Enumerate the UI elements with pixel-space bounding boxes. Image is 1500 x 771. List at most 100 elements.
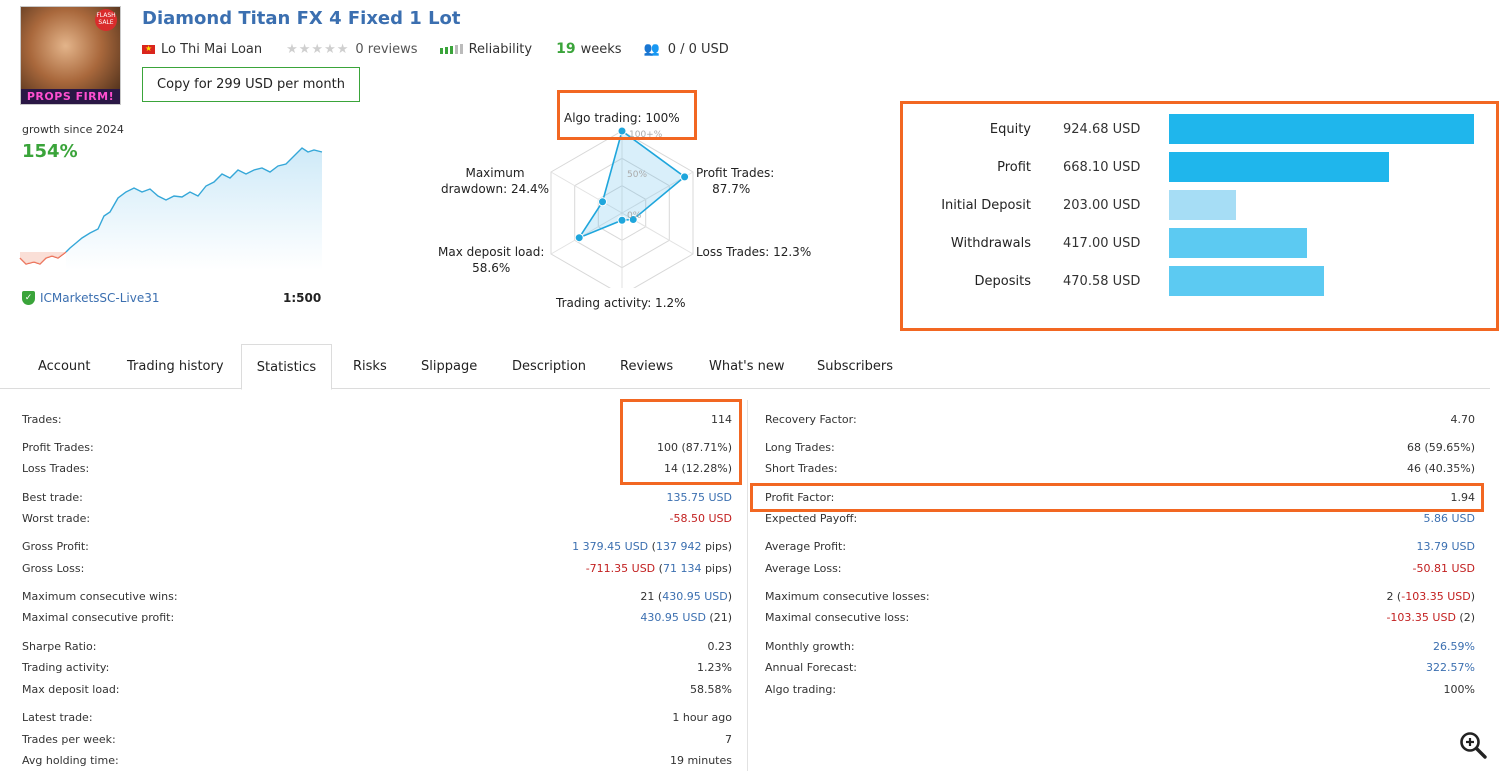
stats-divider — [747, 400, 748, 771]
stats-value-part: 2 ( — [1386, 590, 1402, 603]
stats-row: Profit Trades: 100 (87.71%) — [22, 441, 732, 457]
broker-name[interactable]: ICMarketsSC-Live31 — [40, 291, 160, 305]
stats-key: Trades per week: — [22, 733, 116, 746]
stats-row: Average Loss: -50.81 USD — [765, 562, 1475, 578]
reviews-count[interactable]: 0 reviews — [355, 42, 417, 57]
broker-server[interactable]: ✓ ICMarketsSC-Live31 — [22, 291, 160, 305]
radar-point-3 — [617, 215, 627, 225]
stats-value-part: 21 ( — [640, 590, 663, 603]
stats-row: Worst trade: -58.50 USD — [22, 512, 732, 528]
balance-value: 924.68 USD — [1063, 121, 1141, 137]
stats-value: -58.50 USD — [670, 512, 732, 525]
stats-value: 1.23% — [697, 661, 732, 674]
stats-row: Average Profit: 13.79 USD — [765, 540, 1475, 556]
stats-value: 7 — [725, 733, 732, 746]
balance-bar[interactable] — [1169, 266, 1324, 296]
stats-row: Max deposit load: 58.58% — [22, 683, 732, 699]
stats-value-part: 430.95 USD — [640, 611, 706, 624]
stats-value: 100 (87.71%) — [657, 441, 732, 454]
stats-value: 322.57% — [1426, 661, 1475, 674]
stats-value: 46 (40.35%) — [1407, 462, 1475, 475]
stats-key: Latest trade: — [22, 711, 93, 724]
tab-description[interactable]: Description — [512, 344, 586, 390]
stats-value-part: ) — [727, 590, 732, 603]
stats-value-part: 1 hour ago — [672, 711, 732, 724]
stats-value: 4.70 — [1451, 413, 1476, 426]
tab-statistics[interactable]: Statistics — [241, 344, 332, 390]
tab-subscribers[interactable]: Subscribers — [817, 344, 893, 390]
stats-row: Best trade: 135.75 USD — [22, 491, 732, 507]
avatar-text: PROPS FIRM! — [21, 89, 120, 104]
tab-trading-history[interactable]: Trading history — [127, 344, 224, 390]
balance-value: 668.10 USD — [1063, 159, 1141, 175]
tick-0: 0% — [627, 211, 642, 221]
radar-point-1 — [680, 172, 690, 182]
tab-slippage[interactable]: Slippage — [421, 344, 477, 390]
stats-row: Maximal consecutive loss: -103.35 USD (2) — [765, 611, 1475, 627]
stats-value: 19 minutes — [670, 754, 732, 767]
stats-key: Profit Trades: — [22, 441, 94, 454]
author-avatar[interactable]: FLASH SALE PROPS FIRM! — [20, 6, 121, 105]
radar-label-max-drawdown: Maximum drawdown: 24.4% — [441, 165, 549, 197]
stats-value-part: 100% — [1443, 683, 1475, 696]
signal-title[interactable]: Diamond Titan FX 4 Fixed 1 Lot — [142, 8, 461, 29]
stats-key: Average Profit: — [765, 540, 847, 553]
stats-row: Expected Payoff: 5.86 USD — [765, 512, 1475, 528]
stats-row: Trades: 114 — [22, 413, 732, 429]
radar-label-profit-trades: Profit Trades: 87.7% — [696, 165, 774, 197]
stats-value-part: -711.35 USD — [585, 562, 656, 575]
author-name[interactable]: Lo Thi Mai Loan — [161, 42, 262, 57]
balance-row: Deposits 470.58 USD — [905, 266, 1324, 296]
verified-shield-icon: ✓ — [22, 291, 35, 305]
stats-key: Gross Profit: — [22, 540, 89, 553]
radar-point-5 — [598, 197, 608, 207]
radar-max-deposit-load-title: Max deposit load: — [438, 245, 545, 259]
tab-reviews[interactable]: Reviews — [620, 344, 673, 390]
stats-value-part: 1.23% — [697, 661, 732, 674]
stats-value-part: 0.23 — [707, 640, 733, 653]
tab-whats-new[interactable]: What's new — [709, 344, 785, 390]
stats-value-part: (21) — [705, 611, 732, 624]
stats-value: -711.35 USD (71 134 pips) — [586, 562, 732, 575]
balance-bar[interactable] — [1169, 114, 1474, 144]
stats-value-part: 135.75 USD — [666, 491, 733, 504]
stats-key: Long Trades: — [765, 441, 835, 454]
stats-key: Maximal consecutive profit: — [22, 611, 175, 624]
stats-key: Average Loss: — [765, 562, 842, 575]
radar-max-drawdown-value: drawdown: 24.4% — [441, 182, 550, 196]
stats-value-part: -103.35 USD — [1401, 590, 1471, 603]
balance-bar[interactable] — [1169, 190, 1236, 220]
tab-risks[interactable]: Risks — [353, 344, 387, 390]
stats-value-part: pips) — [701, 540, 732, 553]
balance-row: Withdrawals 417.00 USD — [905, 228, 1307, 258]
tab-account[interactable]: Account — [38, 344, 91, 390]
balance-bar[interactable] — [1169, 228, 1307, 258]
stats-value-part: (2) — [1455, 611, 1475, 624]
stats-key: Maximum consecutive wins: — [22, 590, 178, 603]
stats-row: Short Trades: 46 (40.35%) — [765, 462, 1475, 478]
balance-value: 203.00 USD — [1063, 197, 1141, 213]
subscribers-icon: 👥 — [643, 41, 660, 57]
stats-value: 100% — [1444, 683, 1475, 696]
stats-row: Gross Loss: -711.35 USD (71 134 pips) — [22, 562, 732, 578]
tab-bar: Account Trading history Statistics Risks… — [0, 344, 1490, 390]
growth-sparkline[interactable] — [18, 140, 328, 270]
stats-key: Gross Loss: — [22, 562, 85, 575]
subscribers-funds: 0 / 0 USD — [667, 41, 729, 57]
radar-label-trading-activity: Trading activity: 1.2% — [556, 296, 686, 310]
stats-row: Monthly growth: 26.59% — [765, 640, 1475, 656]
stats-value-part: 71 134 — [662, 562, 702, 575]
stats-value-part: -103.35 USD — [1386, 611, 1456, 624]
stats-row: Trading activity: 1.23% — [22, 661, 732, 677]
balance-bar[interactable] — [1169, 152, 1389, 182]
stats-value-part: 19 minutes — [669, 754, 732, 767]
stats-key: Recovery Factor: — [765, 413, 857, 426]
stats-value: 26.59% — [1433, 640, 1475, 653]
copy-signal-button[interactable]: Copy for 299 USD per month — [142, 67, 360, 102]
stats-row: Algo trading: 100% — [765, 683, 1475, 699]
zoom-in-icon[interactable] — [1458, 730, 1488, 760]
stats-value: 1 379.45 USD (137 942 pips) — [572, 540, 732, 553]
stats-key: Worst trade: — [22, 512, 91, 525]
stats-value: 0.23 — [708, 640, 733, 653]
balance-label: Equity — [989, 121, 1031, 137]
